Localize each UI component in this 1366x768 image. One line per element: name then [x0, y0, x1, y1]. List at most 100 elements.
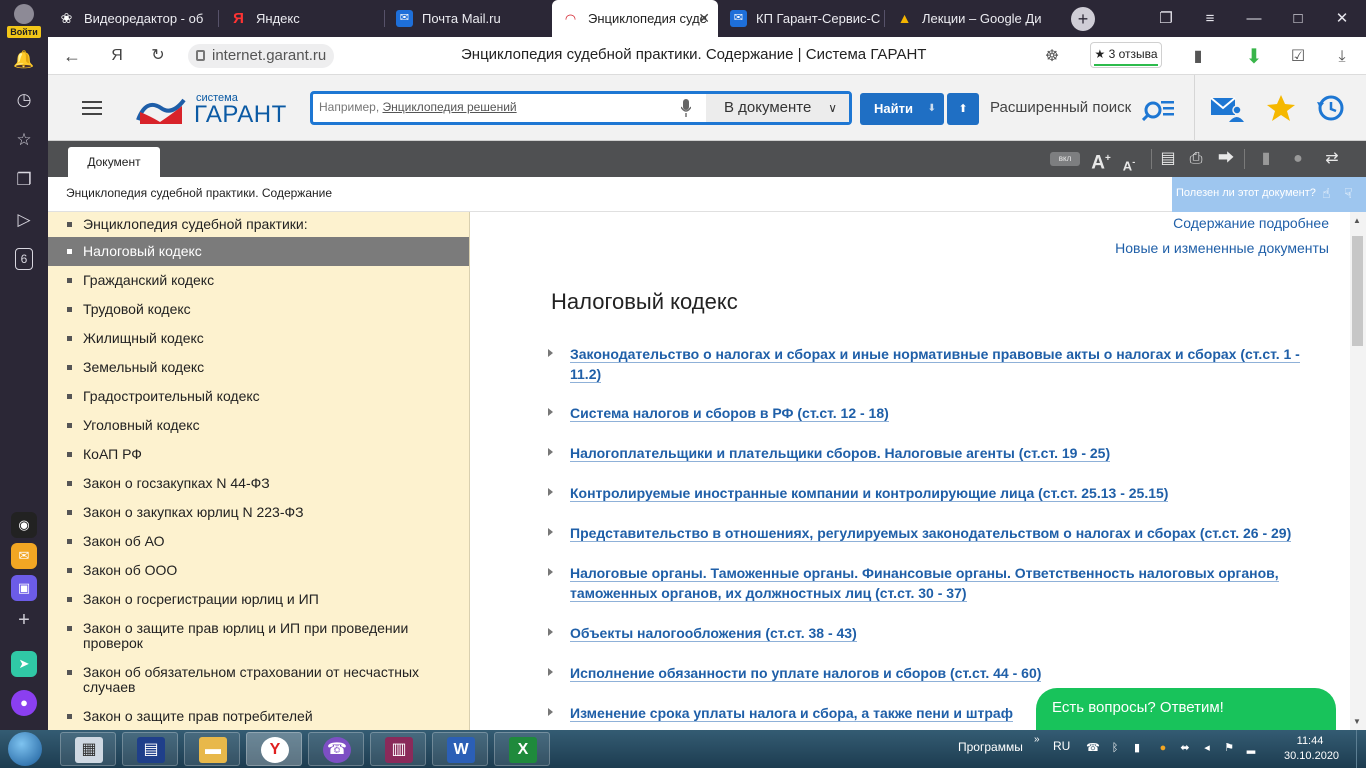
star-icon[interactable]: ☆	[12, 128, 36, 152]
assistant-app-icon[interactable]: ●	[11, 690, 37, 716]
bell-icon[interactable]: 🔔	[12, 48, 36, 72]
thumbs-up-icon[interactable]: ☝	[1322, 185, 1340, 203]
usb-icon[interactable]: ⬌	[1178, 741, 1192, 755]
show-desktop-button[interactable]	[1356, 730, 1366, 768]
url-field[interactable]: internet.garant.ru	[188, 44, 335, 68]
tab-video-editor[interactable]: ❀ Видеоредактор - об	[48, 0, 218, 37]
menu-item-koap[interactable]: КоАП РФ	[48, 447, 469, 467]
back-icon[interactable]: ←	[60, 45, 84, 67]
hamburger-menu-icon[interactable]	[82, 101, 102, 115]
content-link[interactable]: Налоговые органы. Таможенные органы. Фин…	[548, 563, 1310, 603]
bookmark-icon[interactable]: ▮	[1186, 45, 1210, 69]
new-documents-link[interactable]: Новые и измененные документы	[1115, 240, 1329, 256]
yandex-browser-taskbar-button[interactable]: Y	[246, 732, 302, 766]
messenger-app-icon[interactable]: ▣	[11, 575, 37, 601]
menu-item-consumer-law[interactable]: Закон о защите прав потребителей	[48, 709, 469, 729]
bookmark-icon[interactable]: ▮	[1254, 148, 1278, 170]
search-example-link[interactable]: Энциклопедия решений	[382, 100, 516, 114]
system-clock[interactable]: 11:44 30.10.2020	[1284, 734, 1339, 764]
menu-item-inspections-law[interactable]: Закон о защите прав юрлиц и ИП при прове…	[48, 621, 469, 657]
increase-font-icon[interactable]: A+	[1088, 148, 1114, 173]
mail-users-icon[interactable]	[1210, 94, 1244, 122]
counter-badge[interactable]: 6	[15, 248, 33, 270]
add-app-icon[interactable]: +	[11, 607, 37, 633]
menu-item-encyclopedia[interactable]: Энциклопедия судебной практики:	[48, 215, 469, 235]
menu-item-urban-code[interactable]: Градостроительный кодекс	[48, 389, 469, 409]
word-taskbar-button[interactable]: W	[432, 732, 488, 766]
advanced-search-link[interactable]: Расширенный поиск	[990, 99, 1131, 116]
menu-item-labor-code[interactable]: Трудовой кодекс	[48, 302, 469, 322]
tab-kp-garant[interactable]: ✉ КП Гарант-Сервис-С	[720, 0, 884, 37]
save-app-taskbar-button[interactable]: ▤	[122, 732, 178, 766]
print-icon[interactable]: ⎙	[1184, 148, 1208, 170]
menu-item-223fz[interactable]: Закон о закупках юрлиц N 223-ФЗ	[48, 505, 469, 525]
history-icon[interactable]: ◷	[12, 88, 36, 112]
collections-icon[interactable]: ❐	[12, 168, 36, 192]
menu-item-land-code[interactable]: Земельный кодекс	[48, 360, 469, 380]
flag-icon[interactable]: ⚑	[1222, 741, 1236, 755]
calculator-taskbar-button[interactable]: ▦	[60, 732, 116, 766]
content-link[interactable]: Законодательство о налогах и сборах и ин…	[548, 344, 1310, 384]
decrease-font-icon[interactable]: A-	[1118, 151, 1140, 173]
language-indicator[interactable]: RU	[1053, 739, 1070, 753]
microphone-icon[interactable]	[681, 99, 691, 117]
search-box[interactable]: Например, Энциклопедия решений В докумен…	[310, 91, 852, 125]
new-tab-button[interactable]: +	[1071, 7, 1095, 31]
scrollbar[interactable]: ▲ ▼	[1350, 212, 1366, 730]
reload-icon[interactable]: ↻	[146, 45, 170, 67]
menu-item-ooo-law[interactable]: Закон об ООО	[48, 563, 469, 583]
search-input[interactable]: Например, Энциклопедия решений	[319, 100, 517, 114]
alice-app-icon[interactable]: ◉	[11, 512, 37, 538]
menu-item-civil-code[interactable]: Гражданский кодекс	[48, 273, 469, 293]
tab-garant-encyclopedia[interactable]: ◠ Энциклопедия суде ✕	[552, 0, 718, 37]
scrollbar-thumb[interactable]	[1352, 236, 1363, 346]
upload-button[interactable]: ⬆	[947, 93, 979, 125]
menu-item-insurance-law[interactable]: Закон об обязательном страховании от нес…	[48, 665, 469, 701]
chat-widget-button[interactable]: Есть вопросы? Ответим!	[1036, 688, 1336, 730]
send-app-icon[interactable]: ➤	[11, 651, 37, 677]
downloads-icon[interactable]: ⤓	[1330, 45, 1354, 69]
contents-detailed-link[interactable]: Содержание подробнее	[1173, 215, 1329, 231]
close-tab-icon[interactable]: ✕	[698, 0, 710, 37]
content-link[interactable]: Представительство в отношениях, регулиру…	[548, 523, 1310, 543]
minimize-icon[interactable]: —	[1232, 0, 1276, 37]
viber-taskbar-button[interactable]: ☎	[308, 732, 364, 766]
menu-icon[interactable]: ≡	[1188, 0, 1232, 37]
mail-app-icon[interactable]: ✉	[11, 543, 37, 569]
excel-taskbar-button[interactable]: X	[494, 732, 550, 766]
login-button[interactable]: Войти	[7, 26, 41, 38]
find-button[interactable]: Найти ⬇	[860, 93, 944, 125]
history-clock-icon[interactable]	[1314, 94, 1348, 122]
menu-item-44fz[interactable]: Закон о госзакупках N 44-ФЗ	[48, 476, 469, 496]
font-toggle-switch[interactable]: вкл	[1050, 152, 1080, 166]
battery-tray-icon[interactable]: ▮	[1130, 741, 1144, 755]
content-link[interactable]: Налогоплательщики и плательщики сборов. …	[548, 443, 1310, 463]
garant-logo[interactable]: система ГАРАНТ	[136, 90, 286, 128]
winrar-taskbar-button[interactable]: ▥	[370, 732, 426, 766]
programs-toolbar[interactable]: Программы	[958, 740, 1023, 754]
expand-toolbar-icon[interactable]: »	[1034, 734, 1040, 745]
scroll-up-icon[interactable]: ▲	[1353, 216, 1361, 225]
tab-yandex[interactable]: Я Яндекс	[220, 0, 384, 37]
warning-icon[interactable]: ●	[1286, 148, 1310, 170]
compare-arrows-icon[interactable]: ⇄	[1318, 148, 1346, 170]
favorites-star-icon[interactable]	[1264, 94, 1298, 122]
search-scope-select[interactable]: В документе ∨	[706, 94, 849, 122]
viber-tray-icon[interactable]: ☎	[1086, 741, 1100, 755]
scroll-down-icon[interactable]: ▼	[1353, 717, 1361, 726]
advanced-search-icon[interactable]	[1142, 95, 1176, 121]
extension-icon[interactable]: ☑	[1286, 45, 1310, 69]
content-link[interactable]: Объекты налогообложения (ст.ст. 38 - 43)	[548, 623, 1310, 643]
explorer-taskbar-button[interactable]: ▬	[184, 732, 240, 766]
maximize-icon[interactable]: □	[1276, 0, 1320, 37]
menu-item-housing-code[interactable]: Жилищный кодекс	[48, 331, 469, 351]
translate-icon[interactable]: ☸	[1040, 45, 1064, 69]
login-widget[interactable]: Войти	[5, 4, 43, 38]
save-icon[interactable]: ▤	[1156, 148, 1180, 170]
start-button[interactable]	[8, 732, 42, 766]
yandex-disk-icon[interactable]: ●	[1156, 741, 1170, 755]
reviews-button[interactable]: ★ 3 отзыва	[1090, 42, 1162, 68]
tab-list-icon[interactable]: ❐	[1144, 0, 1188, 37]
tab-document[interactable]: Документ	[68, 147, 160, 177]
thumbs-down-icon[interactable]: ☟	[1344, 185, 1362, 203]
